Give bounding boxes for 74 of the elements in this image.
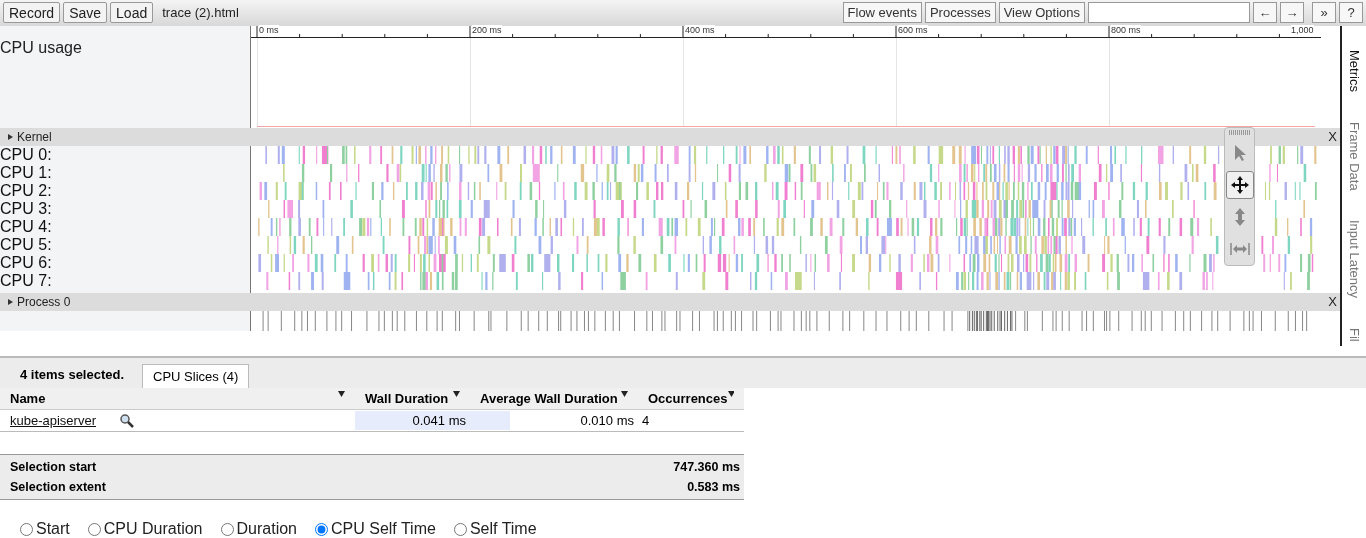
summary-label: Selection start [10,460,97,474]
selection-summary: 4 items selected. [20,367,125,384]
file-name: trace (2).html [162,5,239,21]
side-tab[interactable]: Fil [1346,328,1362,343]
sort-icon [621,391,628,397]
cpu-label: CPU 0: [0,145,53,164]
sort-icon [727,391,734,397]
sort-icon [338,391,345,397]
side-tab[interactable]: Frame Data [1346,121,1362,191]
track-label: CPU usage [0,37,83,57]
summary-value: 747.360 ms [673,460,740,474]
radio-option[interactable]: Start [20,520,70,538]
cpu-label: CPU 1: [0,163,53,182]
radio-option[interactable]: Self Time [453,520,537,538]
column-header[interactable]: Occurrences [638,391,744,406]
ruler-label: 200 ms [472,24,502,35]
radio-button[interactable] [453,522,467,536]
name-link[interactable]: kube-apiserver [10,413,96,428]
radio-option[interactable]: CPU Self Time [315,520,436,538]
radio-option[interactable]: CPU Duration [87,520,203,538]
ruler-label: 0 ms [259,24,279,35]
up-down-arrow-icon [1233,206,1246,227]
ruler-label: 400 ms [685,24,715,35]
ruler-label: 1,000 [1291,24,1314,35]
side-tab[interactable]: Metrics [1346,49,1362,92]
toolbar-button[interactable]: Processes [924,2,996,24]
toolbar-button[interactable]: Load [110,2,154,24]
summary-label: Selection extent [10,480,106,494]
ruler-label: 600 ms [898,24,928,35]
group-header[interactable]: Process 0 X [0,292,1340,311]
radio-option[interactable]: Duration [220,520,297,538]
column-header[interactable]: Wall Duration [355,391,470,406]
table-cell-text: 4 [641,413,651,428]
pointer-icon [1232,143,1247,162]
summary-value: 0.583 ms [687,480,740,494]
tab[interactable]: CPU Slices (4) [142,364,250,388]
radio-button[interactable] [315,522,328,536]
toolbar-button[interactable]: View Options [998,2,1085,24]
cpu-label: CPU 3: [0,199,53,218]
cpu-label: CPU 5: [0,235,53,254]
sort-icon [453,391,460,397]
expand-icon[interactable] [8,298,13,305]
radio-button[interactable] [20,522,33,536]
grip-icon[interactable] [1228,129,1251,135]
search-icon[interactable] [120,413,134,428]
table-cell: 0.041 ms [355,411,470,430]
column-header[interactable]: Average Wall Duration [470,391,638,406]
cpu-label: CPU 6: [0,253,53,272]
ruler-label: 800 ms [1111,24,1141,35]
group-title: Kernel [17,129,52,144]
nav-button[interactable]: ← [1253,2,1277,24]
cpu-label: CPU 2: [0,181,53,200]
group-title: Process 0 [17,294,71,309]
expand-icon[interactable] [8,133,13,140]
radio-button[interactable] [220,522,234,536]
close-button[interactable]: X [1328,129,1337,145]
tool-button[interactable] [1225,170,1254,199]
radio-button[interactable] [87,522,101,536]
toolbar-button[interactable]: Save [63,2,108,24]
toolbar-button[interactable]: » [1312,2,1336,24]
search-field[interactable] [1088,2,1250,24]
toolbar-button[interactable]: Flow events [842,2,922,24]
move-icon [1229,174,1250,195]
toolbar-button[interactable]: Record [3,2,61,24]
group-header[interactable]: Kernel X [0,127,1340,146]
toolbar-button[interactable]: ? [1339,2,1363,24]
nav-button[interactable]: → [1280,2,1304,24]
table-cell: 0.010 ms [470,411,638,430]
left-right-arrow-icon [1229,241,1250,256]
cpu-label: CPU 7: [0,271,53,290]
cpu-label: CPU 4: [0,217,53,236]
side-tab[interactable]: Input Latency [1346,220,1362,299]
column-header[interactable]: Name [0,391,355,406]
close-button[interactable]: X [1328,294,1337,310]
